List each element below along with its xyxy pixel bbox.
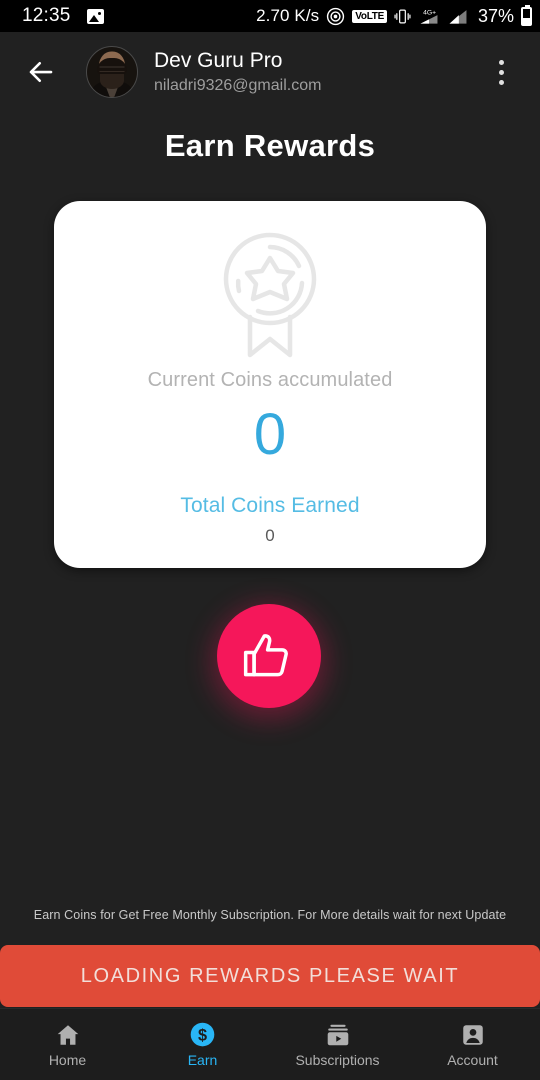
account-person-icon [462,1024,483,1045]
battery-icon [521,4,532,26]
battery-percent-label: 37% [477,5,514,26]
vibrate-icon [394,9,411,23]
status-bar-clock: 12:35 [22,5,71,26]
loading-banner-label: LOADING REWARDS PLEASE WAIT [80,964,460,987]
total-coins-label: Total Coins Earned [180,494,360,517]
dollar-coin-icon: $ [190,1022,215,1047]
back-arrow-icon [29,61,53,83]
page-title: Earn Rewards [164,128,376,163]
svg-text:4G+: 4G+ [423,9,436,16]
hotspot-icon [327,7,345,25]
avatar[interactable] [86,46,138,98]
nav-label-home: Home [48,1051,87,1068]
nav-item-earn[interactable]: $ Earn [135,1009,270,1080]
account-info: Dev Guru Pro niladri9326@gmail.com [154,48,321,97]
status-bar: 12:35 2.70 K/s VoLTE 4G+ 37% [0,0,540,32]
bottom-navigation: Home $ Earn Subscriptions Account [0,1008,540,1080]
image-notification-icon [86,8,104,24]
overflow-menu-icon[interactable] [480,49,522,95]
signal-bars-icon [449,10,467,24]
rewards-card: Current Coins accumulated 0 Total Coins … [54,201,486,568]
avatar-glasses [99,66,125,72]
avatar-beard [100,72,124,89]
current-coins-label: Current Coins accumulated [147,369,393,391]
nav-label-subscriptions: Subscriptions [295,1051,380,1068]
current-coins-value: 0 [253,402,287,467]
svg-text:$: $ [198,1026,207,1044]
award-badge-icon [223,232,317,358]
subscriptions-icon [327,1024,348,1045]
home-icon [57,1024,78,1045]
total-coins-value: 0 [265,526,275,545]
account-email: niladri9326@gmail.com [154,76,322,94]
loading-rewards-banner[interactable]: LOADING REWARDS PLEASE WAIT [0,945,540,1007]
nav-item-account[interactable]: Account [405,1009,540,1080]
app-screen: 12:35 2.70 K/s VoLTE 4G+ 37% Dev Guru Pr… [0,0,540,1080]
thumbs-up-button[interactable] [217,604,321,708]
thumbs-up-icon [243,634,288,677]
account-name: Dev Guru Pro [154,48,283,72]
network-speed-label: 2.70 K/s [256,6,320,25]
app-header: Dev Guru Pro niladri9326@gmail.com [0,32,540,112]
rewards-footnote: Earn Coins for Get Free Monthly Subscrip… [33,908,507,922]
nav-label-account: Account [447,1051,498,1068]
signal-4gplus-icon: 4G+ [420,9,438,24]
status-bar-notifications [86,8,104,24]
back-button[interactable] [18,49,64,95]
volte-badge-icon: VoLTE [352,9,387,23]
nav-item-home[interactable]: Home [0,1009,135,1080]
status-bar-indicators: 2.70 K/s VoLTE 4G+ 37% [256,4,532,27]
nav-label-earn: Earn [187,1052,218,1068]
nav-item-subscriptions[interactable]: Subscriptions [270,1009,405,1080]
